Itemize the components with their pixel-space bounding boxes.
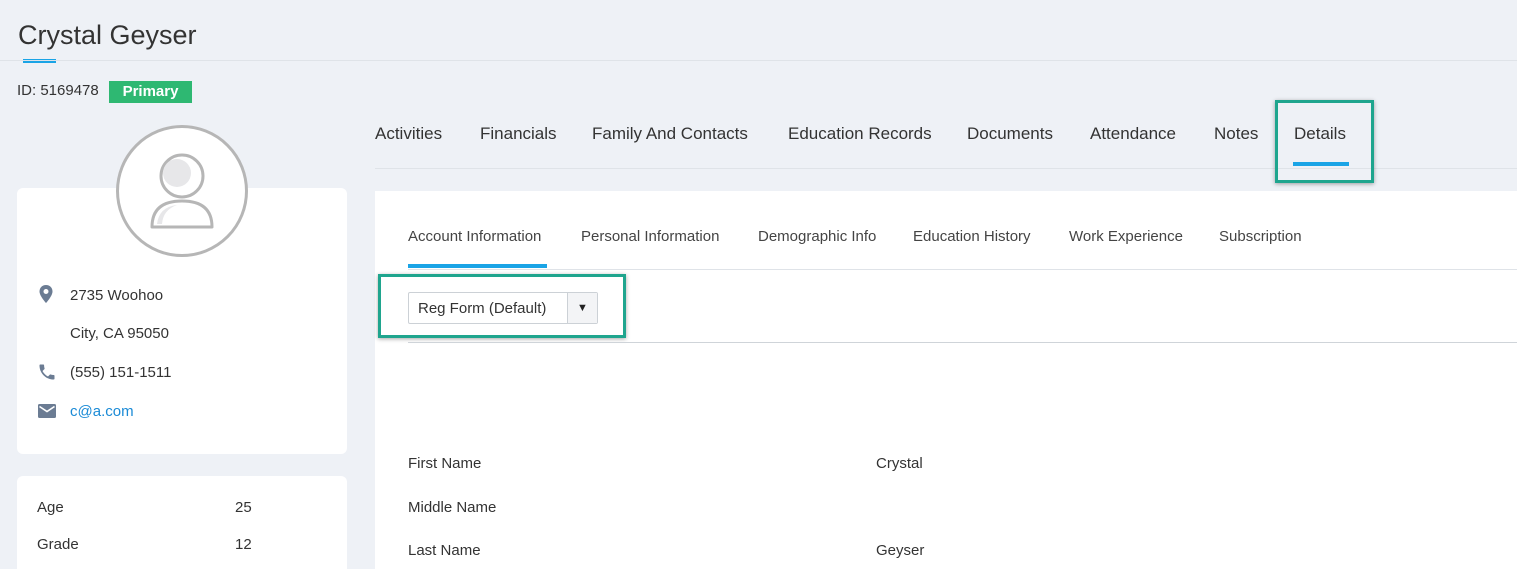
envelope-icon xyxy=(37,402,57,422)
tab-family-and-contacts[interactable]: Family And Contacts xyxy=(592,124,748,144)
subtabs-divider xyxy=(408,269,1517,270)
subtab-education-history[interactable]: Education History xyxy=(913,228,1031,245)
stat-label-grade: Grade xyxy=(37,536,79,553)
subtab-work-experience[interactable]: Work Experience xyxy=(1069,228,1183,245)
subtab-account-information[interactable]: Account Information xyxy=(408,228,541,245)
details-tab-highlight xyxy=(1275,100,1374,183)
field-value-last-name: Geyser xyxy=(876,542,925,559)
phone-number: (555) 151-1511 xyxy=(70,364,172,381)
subtab-personal-information[interactable]: Personal Information xyxy=(581,228,719,245)
stats-card xyxy=(17,476,347,569)
email-link[interactable]: c@a.com xyxy=(70,403,134,420)
tab-financials[interactable]: Financials xyxy=(480,124,557,144)
address-line-2: City, CA 95050 xyxy=(70,325,169,342)
tab-notes[interactable]: Notes xyxy=(1214,124,1258,144)
tab-documents[interactable]: Documents xyxy=(967,124,1053,144)
stat-value-grade: 12 xyxy=(235,536,252,553)
status-badge: Primary xyxy=(109,81,192,103)
details-panel xyxy=(375,191,1517,569)
subtab-demographic-info[interactable]: Demographic Info xyxy=(758,228,876,245)
field-label-last-name: Last Name xyxy=(408,542,481,559)
stat-value-age: 25 xyxy=(235,499,252,516)
avatar xyxy=(116,125,248,257)
user-icon xyxy=(150,153,214,229)
subtab-subscription[interactable]: Subscription xyxy=(1219,228,1302,245)
phone-icon xyxy=(37,362,57,382)
page-title: Crystal Geyser xyxy=(18,20,197,50)
stat-label-age: Age xyxy=(37,499,64,516)
tab-attendance[interactable]: Attendance xyxy=(1090,124,1176,144)
person-id: ID: 5169478 xyxy=(17,82,99,99)
tab-activities[interactable]: Activities xyxy=(375,124,442,144)
field-label-first-name: First Name xyxy=(408,455,482,472)
tab-education-records[interactable]: Education Records xyxy=(788,124,932,144)
header-divider xyxy=(0,60,1517,61)
map-pin-icon xyxy=(36,284,56,304)
field-label-middle-name: Middle Name xyxy=(408,499,497,516)
field-value-first-name: Crystal xyxy=(876,455,923,472)
select-highlight xyxy=(378,274,626,338)
form-divider xyxy=(408,342,1517,343)
address-line-1: 2735 Woohoo xyxy=(70,287,164,304)
active-subtab-indicator xyxy=(408,264,547,268)
